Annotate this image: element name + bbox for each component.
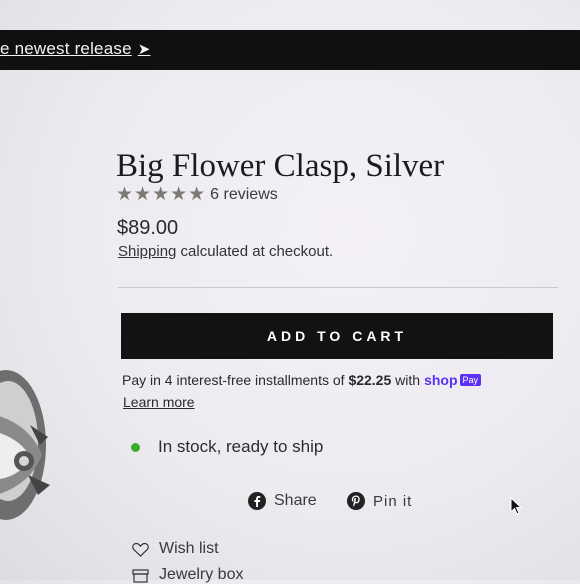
heart-icon [132, 542, 149, 557]
announcement-link[interactable]: e newest release ➤ [0, 39, 151, 59]
product-rating[interactable]: ★★★★★ 6 reviews [116, 183, 278, 206]
reviews-count: 6 reviews [210, 185, 278, 203]
jewelry-box-link[interactable]: Jewelry box [132, 566, 243, 584]
wish-list-link[interactable]: Wish list [132, 540, 219, 558]
facebook-icon [248, 492, 266, 510]
stock-text: In stock, ready to ship [158, 437, 324, 456]
pinterest-icon [347, 492, 365, 510]
in-stock-dot-icon [131, 442, 140, 452]
pin-it-button[interactable]: Pin it [347, 492, 412, 510]
add-to-cart-button[interactable]: ADD TO CART [121, 313, 553, 359]
announcement-text: e newest release [0, 39, 132, 58]
announcement-bar: e newest release ➤ [0, 30, 580, 70]
shop-pay-logo: shop [424, 372, 458, 388]
shipping-link[interactable]: Shipping [118, 243, 176, 260]
installments-note: Pay in 4 interest-free installments of $… [122, 372, 482, 388]
shipping-text: calculated at checkout. [176, 243, 334, 260]
product-price: $89.00 [117, 217, 179, 239]
installments-middle: with [391, 372, 421, 388]
installments-prefix: Pay in 4 interest-free installments of [122, 372, 349, 388]
stock-status: In stock, ready to ship [131, 437, 323, 457]
share-label: Share [274, 492, 317, 509]
divider [118, 287, 558, 288]
jewelry-box-label: Jewelry box [159, 566, 244, 583]
shop-pay-badge: Pay [459, 374, 482, 386]
learn-more-link[interactable]: Learn more [123, 394, 195, 410]
mouse-cursor-icon [510, 497, 522, 515]
star-rating-icon: ★★★★★ [116, 184, 207, 205]
share-button[interactable]: Share [248, 492, 317, 510]
product-image [0, 370, 50, 520]
installment-amount: $22.25 [348, 372, 392, 388]
shipping-note: Shipping calculated at checkout. [118, 243, 333, 260]
box-icon [132, 568, 149, 583]
product-title: Big Flower Clasp, Silver [116, 148, 445, 184]
pin-label: Pin it [373, 492, 413, 510]
wish-list-label: Wish list [159, 540, 219, 557]
arrow-right-icon: ➤ [137, 41, 151, 58]
